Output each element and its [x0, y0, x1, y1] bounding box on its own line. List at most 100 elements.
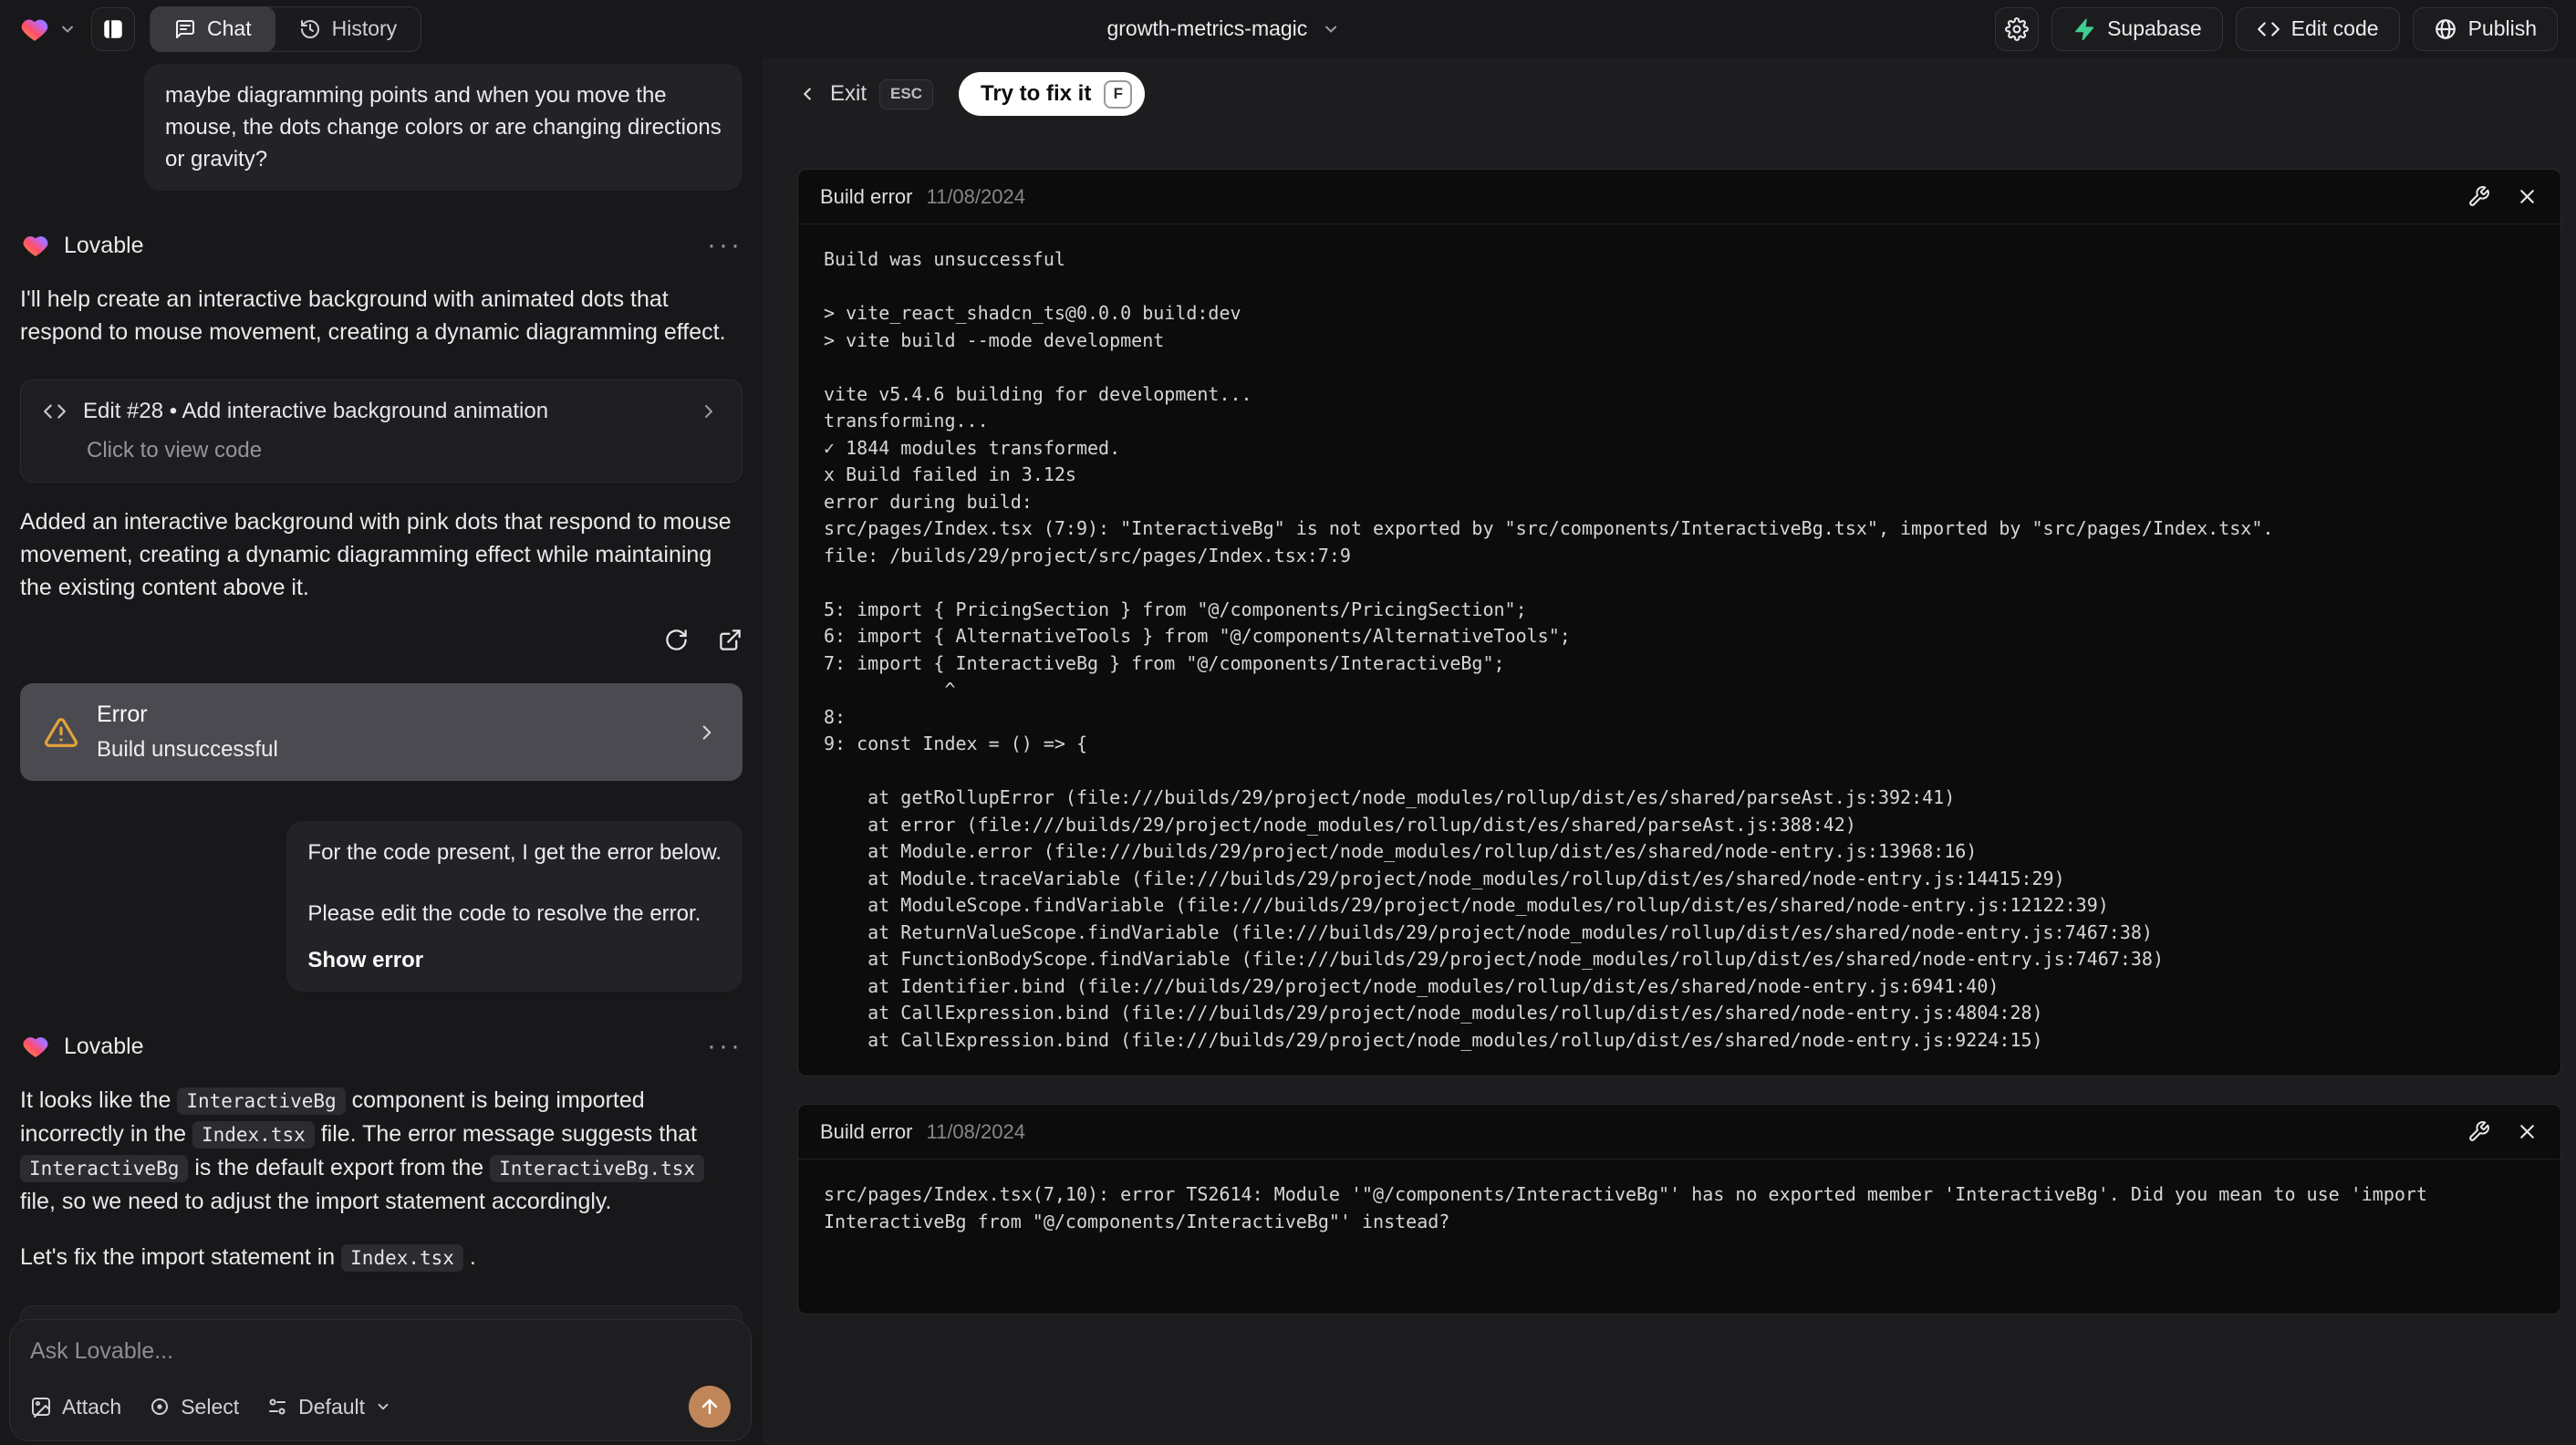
close-icon[interactable]	[2516, 1120, 2539, 1143]
build-error-title: Build error	[820, 184, 913, 208]
more-options-button[interactable]: ···	[707, 1033, 743, 1060]
assistant-name: Lovable	[64, 232, 144, 258]
lovable-heart-icon	[18, 14, 51, 45]
exit-label: Exit	[830, 81, 867, 106]
edit-28-card[interactable]: Edit #28 • Add interactive background an…	[20, 379, 743, 483]
build-error-actions	[2467, 1120, 2539, 1143]
mode-label: Default	[298, 1394, 366, 1419]
chat-input[interactable]	[30, 1338, 731, 1386]
build-error-body: src/pages/Index.tsx(7,10): error TS2614:…	[798, 1159, 2560, 1314]
chevron-down-icon	[1322, 20, 1340, 38]
more-options-button[interactable]: ···	[707, 232, 743, 259]
edit-code-button[interactable]: Edit code	[2235, 6, 2400, 51]
composer-toolbar: Attach Select Default	[30, 1386, 731, 1428]
image-plus-icon	[30, 1396, 52, 1418]
chat-message-list[interactable]: maybe diagramming points and when you mo…	[0, 57, 763, 1445]
exit-button[interactable]: Exit	[797, 81, 867, 107]
globe-icon	[2434, 17, 2457, 41]
edit-code-label: Edit code	[2290, 16, 2379, 40]
show-error-link[interactable]: Show error	[307, 944, 722, 976]
text-segment: file. The error message suggests that	[314, 1121, 697, 1147]
assistant-message-text: Added an interactive background with pin…	[20, 509, 732, 600]
close-icon[interactable]	[2516, 185, 2539, 208]
sliders-icon	[266, 1396, 288, 1418]
build-error-title: Build error	[820, 1119, 913, 1143]
chevron-left-icon	[797, 84, 817, 104]
project-name: growth-metrics-magic	[1106, 16, 1308, 40]
text-segment: .	[462, 1244, 476, 1270]
attach-label: Attach	[62, 1394, 122, 1419]
text-segment: Let's fix the import statement in	[20, 1244, 342, 1270]
settings-button[interactable]	[1995, 6, 2040, 51]
edit-28-title: Edit #28 • Add interactive background an…	[83, 399, 549, 423]
try-to-fix-button[interactable]: Try to fix it F	[958, 72, 1146, 116]
user-message-text: Please edit the code to resolve the erro…	[307, 901, 701, 926]
tab-chat-label: Chat	[207, 16, 252, 40]
build-log: Build was unsuccessful > vite_react_shad…	[824, 248, 2274, 1051]
error-workspace: Exit ESC Try to fix it F Build error 11/…	[763, 57, 2576, 1445]
attach-button[interactable]: Attach	[30, 1395, 121, 1419]
chat-composer: Attach Select Default	[9, 1319, 752, 1441]
target-icon	[149, 1396, 171, 1418]
history-clock-icon	[299, 18, 321, 40]
chevron-right-icon	[698, 400, 720, 422]
publish-label: Publish	[2467, 16, 2537, 40]
arrow-up-icon	[699, 1396, 721, 1418]
inline-code: Index.tsx	[192, 1121, 315, 1149]
lovable-heart-icon	[20, 231, 51, 260]
project-dropdown[interactable]: growth-metrics-magic	[1106, 0, 1340, 57]
inline-code: InteractiveBg	[20, 1155, 189, 1182]
text-segment: It looks like the	[20, 1087, 178, 1113]
assistant-message-header: Lovable ···	[20, 1032, 743, 1061]
sidebar-toggle-button[interactable]	[91, 6, 135, 51]
fix-wrench-button[interactable]	[2467, 1120, 2490, 1143]
assistant-message-text: Let's fix the import statement in Index.…	[20, 1241, 743, 1274]
build-error-summary-card[interactable]: Error Build unsuccessful	[20, 683, 743, 781]
supabase-button[interactable]: Supabase	[2051, 6, 2223, 51]
assistant-message-text: I'll help create an interactive backgrou…	[20, 286, 726, 345]
warning-triangle-icon	[44, 715, 78, 750]
user-message-text: For the code present, I get the error be…	[307, 840, 722, 865]
gear-icon	[2005, 16, 2030, 41]
lovable-logo-menu[interactable]	[18, 14, 77, 45]
chevron-right-icon	[695, 721, 719, 744]
lovable-heart-icon	[20, 1032, 51, 1061]
restore-version-button[interactable]	[664, 628, 689, 652]
inline-code: InteractiveBg	[177, 1087, 346, 1115]
error-card-texts: Error Build unsuccessful	[97, 702, 278, 763]
build-error-actions	[2467, 185, 2539, 208]
chat-bubble-icon	[174, 18, 196, 40]
panel-left-icon	[101, 17, 125, 41]
inline-code: Index.tsx	[341, 1244, 463, 1272]
build-error-body: Build was unsuccessful > vite_react_shad…	[798, 224, 2560, 1076]
edit-28-title-row: Edit #28 • Add interactive background an…	[43, 399, 720, 424]
mode-selector[interactable]: Default	[266, 1395, 391, 1419]
fix-button-label: Try to fix it	[980, 81, 1092, 106]
select-element-button[interactable]: Select	[149, 1395, 239, 1419]
fix-wrench-button[interactable]	[2467, 185, 2490, 208]
text-segment: file, so we need to adjust the import st…	[20, 1189, 612, 1214]
f-key-badge: F	[1104, 79, 1133, 109]
build-log: src/pages/Index.tsx(7,10): error TS2614:…	[824, 1183, 2439, 1232]
build-error-date: 11/08/2024	[926, 184, 1025, 208]
topbar-left-group: Chat History	[18, 5, 422, 52]
topbar-right-group: Supabase Edit code Publish	[1995, 6, 2558, 51]
top-bar: Chat History growth-metrics-magic Supaba…	[0, 0, 2576, 57]
chevron-down-icon	[375, 1398, 391, 1415]
chevron-down-icon	[58, 20, 77, 38]
code-brackets-icon	[43, 400, 67, 423]
publish-button[interactable]: Publish	[2412, 6, 2558, 51]
code-brackets-icon	[2257, 17, 2280, 41]
open-external-button[interactable]	[718, 628, 743, 652]
tab-history[interactable]: History	[275, 6, 421, 52]
user-message: For the code present, I get the error be…	[286, 821, 743, 992]
supabase-bolt-icon	[2072, 17, 2096, 41]
build-error-date: 11/08/2024	[926, 1119, 1025, 1143]
error-card-subtitle: Build unsuccessful	[97, 737, 278, 762]
error-card-title: Error	[97, 702, 148, 727]
build-error-panel: Build error 11/08/2024 src/pages/Index.t…	[797, 1104, 2561, 1315]
chat-panel: maybe diagramming points and when you mo…	[0, 57, 763, 1445]
text-segment: is the default export from the	[188, 1155, 491, 1180]
send-button[interactable]	[689, 1386, 731, 1428]
tab-chat[interactable]: Chat	[151, 5, 275, 52]
